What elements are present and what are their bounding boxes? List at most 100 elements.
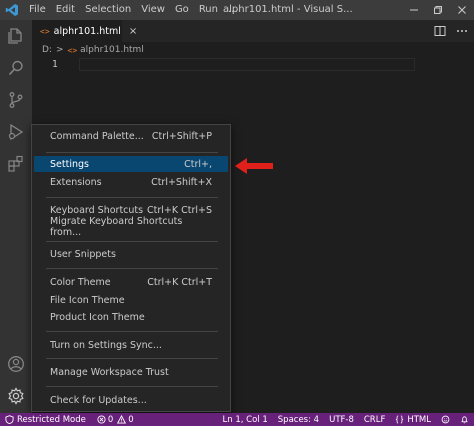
menu-item-label: Migrate Keyboard Shortcuts from... xyxy=(50,216,183,238)
breadcrumb-drive[interactable]: D: xyxy=(42,45,52,55)
menu-item-product-icon-theme[interactable]: Product Icon Theme xyxy=(34,309,228,325)
files-icon xyxy=(8,28,22,44)
menu-item-label: User Snippets xyxy=(50,248,116,260)
end-of-line[interactable]: CRLF xyxy=(359,413,390,426)
menu-edit[interactable]: Edit xyxy=(51,0,80,20)
activity-bar xyxy=(0,20,32,413)
status-bar: Restricted Mode 0 0 Ln 1, Col 1 Spaces: … xyxy=(0,413,474,426)
menu-item-label: Product Icon Theme xyxy=(50,311,145,323)
menu-item-manage-workspace-trust[interactable]: Manage Workspace Trust xyxy=(34,364,228,380)
window-title: alphr101.html - Visual S... xyxy=(223,4,353,15)
menu-item-extensions[interactable]: Extensions Ctrl+Shift+X xyxy=(34,174,228,190)
red-arrow-annotation xyxy=(235,158,273,174)
restore-icon xyxy=(434,6,442,14)
restricted-mode-label: Restricted Mode xyxy=(17,414,86,425)
split-editor-icon[interactable] xyxy=(434,25,446,37)
title-bar: File Edit Selection View Go Run ... alph… xyxy=(0,0,474,20)
minimize-button[interactable] xyxy=(402,0,426,20)
menu-separator xyxy=(46,152,218,153)
close-tab-icon[interactable]: × xyxy=(129,26,137,37)
current-line-highlight xyxy=(79,58,415,71)
menu-item-shortcut: Ctrl+, xyxy=(184,158,212,170)
restricted-mode-indicator[interactable]: Restricted Mode xyxy=(0,413,92,426)
menu-item-color-theme[interactable]: Color Theme Ctrl+K Ctrl+T xyxy=(34,274,228,290)
search-button[interactable] xyxy=(0,52,32,84)
extensions-button[interactable] xyxy=(0,148,32,180)
close-window-button[interactable] xyxy=(450,0,474,20)
menu-separator xyxy=(46,331,218,332)
menu-item-label: Settings xyxy=(50,158,89,170)
run-debug-button[interactable] xyxy=(0,116,32,148)
manage-context-menu: Command Palette... Ctrl+Shift+P Settings… xyxy=(31,124,231,412)
menu-item-shortcut: Ctrl+Shift+P xyxy=(151,130,212,142)
html-file-icon: <> xyxy=(40,26,50,36)
menu-item-shortcut: Ctrl+K Ctrl+S xyxy=(146,204,212,216)
language-mode[interactable]: HTML xyxy=(390,413,436,426)
notifications-button[interactable] xyxy=(455,413,474,426)
breadcrumb-file[interactable]: alphr101.html xyxy=(80,45,144,55)
bell-icon xyxy=(461,416,468,424)
menu-separator xyxy=(46,358,218,359)
html-file-icon: <> xyxy=(67,45,78,55)
run-debug-icon xyxy=(8,123,24,141)
menu-item-settings-sync[interactable]: Turn on Settings Sync... xyxy=(34,337,228,353)
menu-item-label: Manage Workspace Trust xyxy=(50,366,169,378)
menu-item-label: Turn on Settings Sync... xyxy=(50,339,162,351)
search-icon xyxy=(8,60,23,76)
language-label: HTML xyxy=(407,414,431,425)
menu-item-file-icon-theme[interactable]: File Icon Theme xyxy=(34,292,228,308)
cursor-position[interactable]: Ln 1, Col 1 xyxy=(218,413,273,426)
menu-selection[interactable]: Selection xyxy=(80,0,136,20)
menu-separator xyxy=(46,241,218,242)
warning-icon xyxy=(117,415,127,424)
menu-item-migrate-keyboard-shortcuts[interactable]: Migrate Keyboard Shortcuts from... xyxy=(34,216,228,238)
menu-item-label: Color Theme xyxy=(50,276,111,288)
manage-button[interactable] xyxy=(0,380,32,412)
more-actions-icon[interactable] xyxy=(456,25,468,37)
tab-alphr101-html[interactable]: <> alphr101.html × xyxy=(32,20,137,42)
feedback-button[interactable] xyxy=(436,413,455,426)
menu-separator xyxy=(46,197,218,198)
error-count: 0 xyxy=(107,414,114,425)
gear-icon xyxy=(8,387,24,405)
menu-item-user-snippets[interactable]: User Snippets xyxy=(34,246,228,262)
tab-label: alphr101.html xyxy=(53,25,121,37)
menu-item-settings[interactable]: Settings Ctrl+, xyxy=(34,156,228,172)
explorer-button[interactable] xyxy=(0,20,32,52)
menu-view[interactable]: View xyxy=(136,0,170,20)
breadcrumb-separator: > xyxy=(55,45,64,55)
restore-button[interactable] xyxy=(426,0,450,20)
minimize-icon xyxy=(410,9,418,11)
indentation[interactable]: Spaces: 4 xyxy=(273,413,324,426)
extensions-icon xyxy=(8,155,23,172)
encoding[interactable]: UTF-8 xyxy=(324,413,359,426)
menu-item-label: Check for Updates... xyxy=(50,394,147,406)
line-number: 1 xyxy=(52,59,58,70)
menu-separator xyxy=(46,268,218,269)
menu-item-check-for-updates[interactable]: Check for Updates... xyxy=(34,392,228,408)
menu-item-command-palette[interactable]: Command Palette... Ctrl+Shift+P xyxy=(34,128,228,144)
menu-item-label: Command Palette... xyxy=(50,130,144,142)
vscode-logo-icon xyxy=(0,0,24,20)
menu-go[interactable]: Go xyxy=(170,0,194,20)
braces-icon xyxy=(396,415,404,424)
close-icon xyxy=(458,6,466,14)
error-icon xyxy=(97,415,106,424)
feedback-icon xyxy=(441,415,450,424)
accounts-button[interactable] xyxy=(0,348,32,380)
warning-count: 0 xyxy=(128,414,134,425)
account-icon xyxy=(8,356,24,372)
menu-run[interactable]: Run xyxy=(194,0,223,20)
menu-file[interactable]: File xyxy=(24,0,51,20)
menu-separator xyxy=(46,386,218,387)
menu-item-label: Extensions xyxy=(50,176,102,188)
problems-indicator[interactable]: 0 0 xyxy=(92,413,139,426)
breadcrumb: D: > <> alphr101.html xyxy=(32,42,474,58)
shield-icon xyxy=(5,415,14,424)
menu-item-shortcut: Ctrl+Shift+X xyxy=(151,176,212,188)
source-control-button[interactable] xyxy=(0,84,32,116)
menu-bar: File Edit Selection View Go Run ... xyxy=(24,0,243,20)
menu-item-label: File Icon Theme xyxy=(50,294,125,306)
editor-tabs: <> alphr101.html × xyxy=(32,20,474,42)
menu-item-shortcut: Ctrl+K Ctrl+T xyxy=(147,276,212,288)
